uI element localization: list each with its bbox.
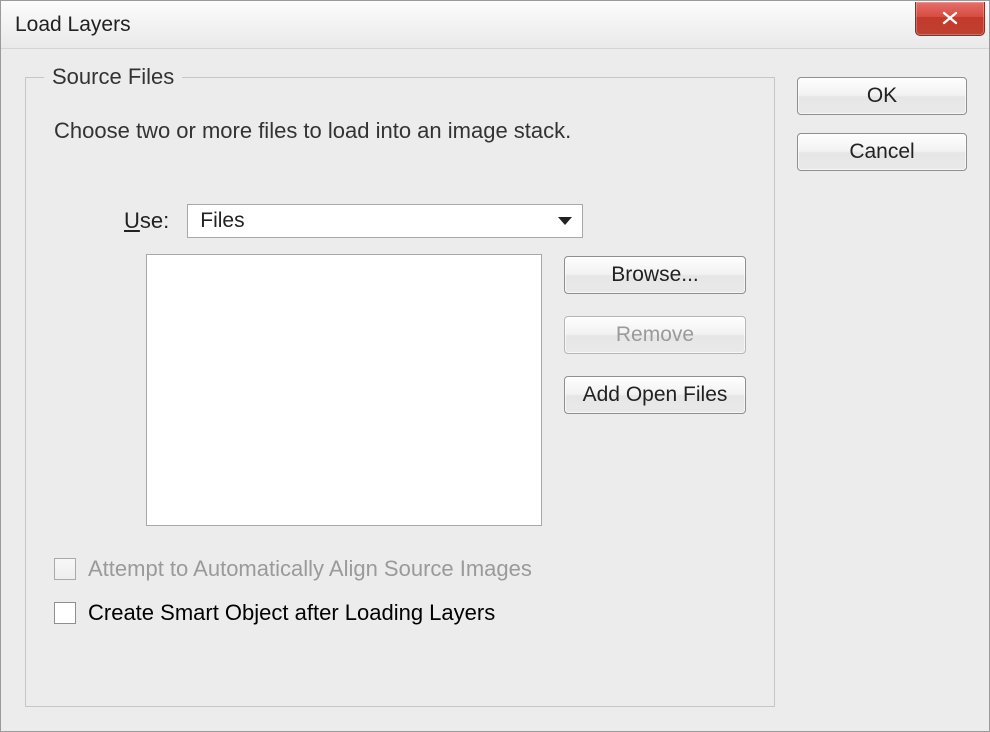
title-bar: Load Layers bbox=[1, 1, 989, 49]
group-description: Choose two or more files to load into an… bbox=[54, 118, 746, 144]
add-open-files-button[interactable]: Add Open Files bbox=[564, 376, 746, 414]
chevron-down-icon bbox=[558, 217, 572, 225]
use-dropdown-value: Files bbox=[200, 209, 244, 233]
smart-object-checkbox-label: Create Smart Object after Loading Layers bbox=[88, 600, 495, 626]
browse-button[interactable]: Browse... bbox=[564, 256, 746, 294]
use-dropdown[interactable]: Files bbox=[187, 204, 583, 238]
dialog-window: Load Layers Source Files Choose two or m… bbox=[0, 0, 990, 732]
ok-button[interactable]: OK bbox=[797, 77, 967, 115]
smart-object-checkbox-row: Create Smart Object after Loading Layers bbox=[54, 600, 746, 626]
group-legend: Source Files bbox=[44, 64, 182, 90]
cancel-button[interactable]: Cancel bbox=[797, 133, 967, 171]
files-listbox[interactable] bbox=[146, 254, 542, 526]
dialog-actions: OK Cancel bbox=[797, 77, 967, 707]
window-title: Load Layers bbox=[15, 13, 131, 37]
files-row: Browse... Remove Add Open Files bbox=[54, 254, 746, 526]
align-checkbox-label: Attempt to Automatically Align Source Im… bbox=[88, 556, 532, 582]
align-checkbox[interactable] bbox=[54, 558, 76, 580]
source-files-group: Source Files Choose two or more files to… bbox=[25, 77, 775, 707]
file-actions: Browse... Remove Add Open Files bbox=[564, 256, 746, 414]
align-checkbox-row: Attempt to Automatically Align Source Im… bbox=[54, 556, 746, 582]
use-label: Use: bbox=[124, 208, 169, 234]
remove-button[interactable]: Remove bbox=[564, 316, 746, 354]
client-area: Source Files Choose two or more files to… bbox=[1, 49, 989, 731]
close-icon bbox=[940, 11, 960, 25]
close-button[interactable] bbox=[915, 2, 985, 36]
use-row: Use: Files bbox=[124, 204, 746, 238]
smart-object-checkbox[interactable] bbox=[54, 602, 76, 624]
